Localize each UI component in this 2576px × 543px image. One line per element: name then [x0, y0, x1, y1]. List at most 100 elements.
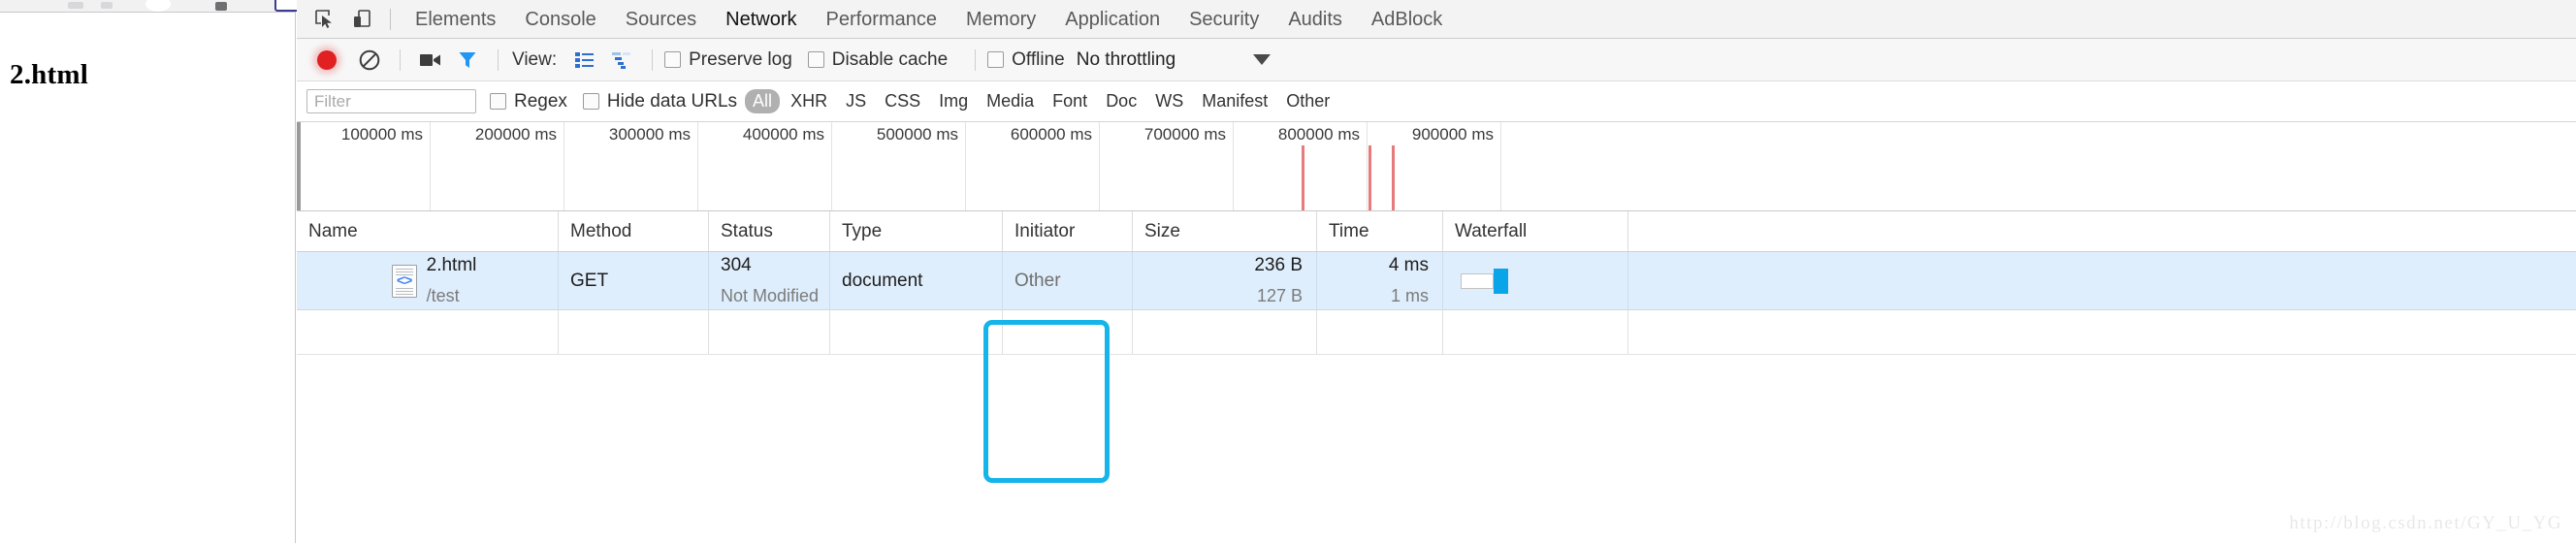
overview-event-marker — [1392, 145, 1395, 210]
waterfall-bar — [1443, 252, 1627, 309]
preserve-log-box[interactable] — [664, 51, 682, 68]
column-header-name[interactable]: Name — [297, 211, 559, 251]
empty-cell — [830, 310, 1003, 354]
browser-chrome-strip — [0, 0, 311, 13]
control-divider-3 — [652, 48, 654, 71]
tab-network[interactable]: Network — [711, 0, 811, 39]
filter-type-xhr[interactable]: XHR — [783, 89, 835, 113]
disable-cache-label: Disable cache — [831, 48, 949, 70]
filter-type-ws[interactable]: WS — [1147, 89, 1191, 113]
overview-tick-label: 100000 ms — [340, 125, 423, 144]
overview-tick-label: 600000 ms — [1010, 125, 1092, 144]
cell-method: GET — [559, 252, 709, 309]
record-button-icon[interactable] — [308, 46, 345, 75]
request-size: 236 B — [1254, 255, 1303, 276]
funnel-icon[interactable] — [449, 46, 486, 75]
list-view-icon[interactable] — [566, 46, 603, 75]
filter-type-img[interactable]: Img — [931, 89, 976, 113]
control-divider-4 — [975, 48, 977, 71]
throttling-select[interactable]: No throttling — [1077, 49, 1175, 71]
offline-box[interactable] — [987, 51, 1005, 68]
preserve-log-label: Preserve log — [689, 48, 792, 70]
cell-size: 236 B 127 B — [1133, 252, 1317, 309]
column-header-initiator[interactable]: Initiator — [1003, 211, 1133, 251]
filter-type-doc[interactable]: Doc — [1098, 89, 1144, 113]
empty-cell — [297, 310, 559, 354]
request-initiator: Other — [1014, 270, 1061, 291]
overview-tick-label: 200000 ms — [474, 125, 557, 144]
cell-status: 304 Not Modified — [709, 252, 830, 309]
camera-icon[interactable] — [412, 46, 449, 75]
overview-event-marker — [1368, 145, 1371, 210]
tab-performance[interactable]: Performance — [812, 0, 952, 39]
filter-input[interactable] — [306, 89, 476, 113]
column-header-status[interactable]: Status — [709, 211, 830, 251]
hide-data-urls-label: Hide data URLs — [606, 90, 738, 112]
empty-cell — [709, 310, 830, 354]
cell-initiator[interactable]: Other — [1003, 252, 1133, 309]
empty-cell — [559, 310, 709, 354]
empty-cell — [1317, 310, 1443, 354]
empty-cell — [1003, 310, 1133, 354]
table-empty-row — [297, 310, 2576, 355]
tab-adblock[interactable]: AdBlock — [1357, 0, 1457, 39]
table-row[interactable]: <> 2.html /test GET 304 Not Modified doc… — [297, 252, 2576, 310]
tab-application[interactable]: Application — [1050, 0, 1175, 39]
devtools-tabbar: Elements Console Sources Network Perform… — [297, 0, 2576, 39]
cell-name[interactable]: <> 2.html /test — [297, 252, 559, 309]
cell-type: document — [830, 252, 1003, 309]
chevron-down-icon[interactable] — [1253, 54, 1272, 65]
column-header-size[interactable]: Size — [1133, 211, 1317, 251]
inspect-cursor-icon[interactable] — [306, 5, 343, 34]
filter-type-js[interactable]: JS — [838, 89, 874, 113]
regex-checkbox[interactable]: Regex — [490, 91, 567, 112]
filter-type-manifest[interactable]: Manifest — [1194, 89, 1275, 113]
empty-cell — [1443, 310, 1628, 354]
cell-time: 4 ms 1 ms — [1317, 252, 1443, 309]
tabbar-divider — [390, 8, 391, 30]
tab-elements[interactable]: Elements — [401, 0, 510, 39]
tab-memory[interactable]: Memory — [951, 0, 1050, 39]
waterfall-waiting-segment — [1461, 273, 1494, 289]
column-header-time[interactable]: Time — [1317, 211, 1443, 251]
page-content-pane: 2.html — [0, 13, 296, 543]
browser-tab-shape — [145, 0, 171, 12]
view-label: View: — [512, 48, 558, 70]
column-header-method[interactable]: Method — [559, 211, 709, 251]
tab-console[interactable]: Console — [510, 0, 610, 39]
overview-tick-label: 500000 ms — [876, 125, 958, 144]
overview-tick-label: 300000 ms — [608, 125, 691, 144]
device-toolbar-icon[interactable] — [343, 5, 380, 34]
request-type: document — [842, 270, 923, 291]
disable-cache-checkbox[interactable]: Disable cache — [807, 48, 949, 71]
hide-data-urls-checkbox[interactable]: Hide data URLs — [582, 90, 738, 112]
status-code: 304 — [721, 255, 752, 276]
offline-label: Offline — [1012, 48, 1065, 70]
column-header-waterfall[interactable]: Waterfall — [1443, 211, 1628, 251]
control-divider-2 — [498, 48, 499, 71]
waterfall-view-icon[interactable] — [603, 46, 640, 75]
preserve-log-checkbox[interactable]: Preserve log — [664, 49, 792, 71]
overview-tick-label: 900000 ms — [1411, 125, 1494, 144]
column-header-type[interactable]: Type — [830, 211, 1003, 251]
network-overview-timeline[interactable]: 100000 ms 200000 ms 300000 ms 400000 ms … — [297, 122, 2576, 211]
filter-type-all[interactable]: All — [745, 89, 781, 113]
offline-checkbox[interactable]: Offline — [987, 49, 1065, 71]
filter-type-font[interactable]: Font — [1045, 89, 1095, 113]
browser-nav-bit-b — [101, 2, 113, 9]
regex-box[interactable] — [490, 93, 506, 110]
tab-security[interactable]: Security — [1175, 0, 1273, 39]
filter-type-css[interactable]: CSS — [877, 89, 928, 113]
tab-sources[interactable]: Sources — [611, 0, 711, 39]
document-file-icon: <> — [391, 264, 417, 298]
network-filter-bar: Regex Hide data URLs All XHR JS CSS Img … — [297, 81, 2576, 122]
disable-cache-box[interactable] — [807, 51, 824, 68]
overview-tick-label: 800000 ms — [1277, 125, 1360, 144]
filter-type-other[interactable]: Other — [1278, 89, 1337, 113]
tab-audits[interactable]: Audits — [1273, 0, 1357, 39]
clear-button-icon[interactable] — [351, 46, 388, 75]
hide-data-urls-box[interactable] — [582, 93, 599, 110]
browser-nav-bit-a — [68, 2, 83, 9]
waterfall-download-segment — [1494, 269, 1508, 294]
filter-type-media[interactable]: Media — [979, 89, 1042, 113]
